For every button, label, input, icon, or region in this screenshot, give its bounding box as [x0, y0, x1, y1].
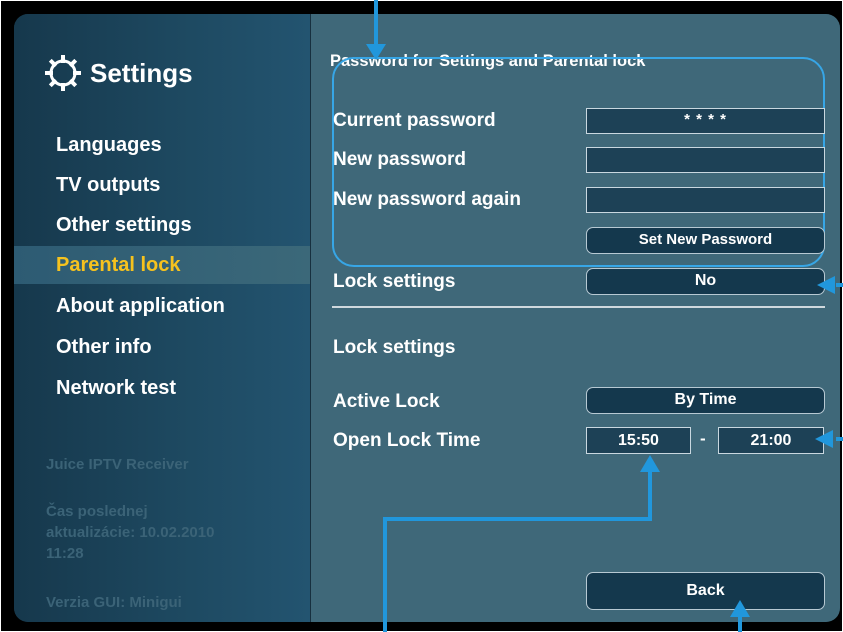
lock-settings-toggle[interactable]: No [586, 268, 825, 295]
lock-settings-label: Lock settings [333, 271, 456, 292]
active-lock-label: Active Lock [333, 391, 440, 412]
annotation-pointer-time-from-vertical [648, 470, 652, 520]
annotation-pointer-lock [836, 283, 843, 287]
annotation-pointer-time-to [836, 437, 843, 441]
new-password-field[interactable] [586, 147, 825, 173]
annotation-pointer-time-from-horizontal [383, 517, 652, 521]
gear-icon [45, 55, 81, 91]
update-label-3: 11:28 [46, 545, 84, 562]
new-password-again-label: New password again [333, 189, 521, 210]
annotation-pointer-time-from-down [383, 517, 387, 632]
new-password-again-field[interactable] [586, 187, 825, 213]
menu-item-other-settings[interactable]: Other settings [14, 206, 310, 244]
back-button[interactable]: Back [586, 572, 825, 610]
current-password-field[interactable]: * * * * [586, 108, 825, 134]
menu-item-languages[interactable]: Languages [14, 126, 310, 164]
time-range-separator: - [700, 429, 706, 448]
settings-title: Settings [44, 54, 193, 92]
menu-item-network-test[interactable]: Network test [14, 369, 310, 407]
set-new-password-button[interactable]: Set New Password [586, 227, 825, 254]
menu-item-about-application[interactable]: About application [14, 287, 310, 325]
annotation-pointer-top [374, 0, 378, 48]
arrow-left-icon [817, 276, 835, 294]
menu-item-other-info[interactable]: Other info [14, 328, 310, 366]
settings-sidebar: Settings Languages TV outputs Other sett… [14, 14, 310, 622]
arrow-up-icon [640, 455, 660, 472]
open-time-from-field[interactable]: 15:50 [586, 427, 691, 454]
gui-version: Verzia GUI: Minigui [46, 594, 182, 611]
active-lock-selector[interactable]: By Time [586, 387, 825, 414]
arrow-left-icon [815, 430, 833, 448]
arrow-down-icon [366, 44, 386, 60]
receiver-name: Juice IPTV Receiver [46, 456, 189, 473]
settings-title-text: Settings [90, 57, 193, 88]
new-password-label: New password [333, 149, 467, 170]
current-password-label: Current password [333, 110, 496, 131]
open-lock-time-label: Open Lock Time [333, 430, 481, 451]
menu-item-tv-outputs[interactable]: TV outputs [14, 166, 310, 204]
open-time-to-field[interactable]: 21:00 [718, 427, 824, 454]
update-label-2: aktualizácie: 10.02.2010 [46, 524, 215, 541]
section-divider [332, 306, 825, 308]
lock-settings-heading: Lock settings [333, 337, 456, 358]
annotation-pointer-back [738, 616, 742, 632]
menu-item-parental-lock[interactable]: Parental lock [14, 246, 310, 284]
settings-screen: Settings Languages TV outputs Other sett… [14, 14, 840, 622]
arrow-up-icon [730, 600, 750, 617]
update-label-1: Čas poslednej [46, 503, 148, 520]
